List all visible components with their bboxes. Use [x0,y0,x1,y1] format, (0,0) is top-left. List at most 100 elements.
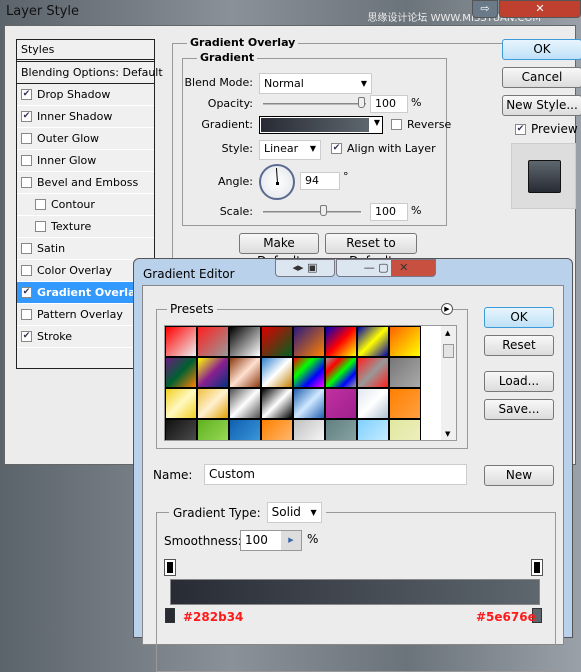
preset-swatch[interactable] [389,357,421,388]
gradient-bar[interactable] [170,579,540,605]
styles-header[interactable]: Styles [17,40,154,62]
preset-swatch[interactable] [261,388,293,419]
presets-menu-icon[interactable]: ▶ [441,303,453,315]
preset-swatch[interactable] [165,357,197,388]
load-button[interactable]: Load... [484,371,554,392]
preset-swatch[interactable] [197,357,229,388]
gradient-picker[interactable]: ▼ [259,116,383,134]
checkbox-icon[interactable]: ✔ [21,89,32,100]
new-button[interactable]: New [484,465,554,486]
checkbox-icon[interactable] [21,133,32,144]
preset-swatch[interactable] [197,419,229,440]
preset-swatch[interactable] [197,388,229,419]
scrollbar-thumb[interactable] [443,344,454,358]
style-select[interactable]: Linear ▼ [259,140,321,160]
new-style-button[interactable]: New Style... [502,95,581,116]
panel-toggle-icon[interactable]: ◂▸ ▣ [275,259,335,277]
checkbox-icon[interactable] [21,265,32,276]
angle-input[interactable]: 94 [300,172,340,190]
reverse-checkbox[interactable]: Reverse [391,118,451,131]
preset-swatch[interactable] [325,326,357,357]
preset-swatch[interactable] [229,357,261,388]
blend-mode-select[interactable]: Normal ▼ [259,73,372,94]
style-item-drop-shadow[interactable]: ✔ Drop Shadow [17,84,154,106]
scroll-down-icon[interactable]: ▼ [445,430,450,438]
checkbox-icon[interactable] [391,119,402,130]
style-item-inner-shadow[interactable]: ✔ Inner Shadow [17,106,154,128]
checkbox-icon[interactable]: ✔ [21,287,32,298]
style-item-contour[interactable]: Contour [17,194,154,216]
preset-swatch[interactable] [229,388,261,419]
preset-swatch[interactable] [165,326,197,357]
checkbox-icon[interactable] [35,199,46,210]
checkbox-icon[interactable]: ✔ [331,143,342,154]
opacity-slider[interactable] [263,103,366,105]
preset-swatch[interactable] [197,326,229,357]
preset-swatch[interactable] [229,326,261,357]
preset-swatch[interactable] [261,326,293,357]
preset-swatch[interactable] [165,388,197,419]
chevron-down-icon[interactable]: ▼ [374,118,380,127]
preset-swatch[interactable] [357,326,389,357]
preset-swatch[interactable] [325,357,357,388]
preset-swatch[interactable] [389,388,421,419]
scale-slider-thumb[interactable] [320,205,327,216]
preview-checkbox[interactable]: ✔ Preview [515,122,578,136]
checkbox-icon[interactable] [35,221,46,232]
checkbox-icon[interactable]: ✔ [21,111,32,122]
scale-slider[interactable] [263,211,361,213]
style-item-satin[interactable]: Satin [17,238,154,260]
checkbox-icon[interactable] [21,155,32,166]
preset-swatch[interactable] [293,419,325,440]
opacity-stop-right[interactable] [531,559,543,576]
color-stop-left[interactable] [165,608,175,623]
scale-input[interactable]: 100 [370,203,408,221]
style-item-outer-glow[interactable]: Outer Glow [17,128,154,150]
smoothness-input[interactable]: 100 ▶ [240,530,302,551]
style-item-inner-glow[interactable]: Inner Glow [17,150,154,172]
name-input[interactable]: Custom [204,464,467,485]
cancel-button[interactable]: Cancel [502,67,581,88]
preset-swatch[interactable] [325,388,357,419]
window-controls[interactable]: — ▢ ✕ [336,259,436,277]
preset-swatch[interactable] [293,357,325,388]
restore-icon[interactable]: ⇨ [472,0,498,18]
checkbox-icon[interactable] [21,177,32,188]
preset-swatch[interactable] [165,419,197,440]
reset-to-default-button[interactable]: Reset to Default [325,233,417,268]
scroll-up-icon[interactable]: ▲ [445,329,450,337]
style-item-texture[interactable]: Texture [17,216,154,238]
opacity-slider-thumb[interactable] [358,97,365,108]
gradient-editor-body: Presets ▶ ▲ ▼ OK Reset Load... Save... N… [142,285,564,672]
preset-swatch[interactable] [389,326,421,357]
gradient-type-select[interactable]: Solid ▼ [266,502,322,523]
preset-swatch[interactable] [229,419,261,440]
preset-swatch[interactable] [261,419,293,440]
opacity-input[interactable]: 100 [370,95,408,113]
opacity-stop-left[interactable] [164,559,176,576]
preset-swatch[interactable] [389,419,421,440]
smoothness-stepper-icon[interactable]: ▶ [281,531,301,550]
preset-swatch[interactable] [357,357,389,388]
angle-dial[interactable] [259,164,295,200]
make-default-button[interactable]: Make Default [239,233,319,268]
preset-swatch[interactable] [261,357,293,388]
close-button[interactable]: ✕ [499,0,581,18]
style-item-bevel-and-emboss[interactable]: Bevel and Emboss [17,172,154,194]
save-button[interactable]: Save... [484,399,554,420]
preset-swatch[interactable] [357,388,389,419]
preset-swatch[interactable] [357,419,389,440]
blending-options[interactable]: Blending Options: Default [17,62,163,84]
checkbox-icon[interactable] [21,243,32,254]
ok-button[interactable]: OK [502,39,581,60]
presets-scrollbar[interactable]: ▲ ▼ [441,326,456,440]
checkbox-icon[interactable]: ✔ [21,331,32,342]
preset-swatch[interactable] [293,388,325,419]
preset-swatch[interactable] [293,326,325,357]
ok-button[interactable]: OK [484,307,554,328]
align-with-layer-checkbox[interactable]: ✔ Align with Layer [331,142,436,155]
checkbox-icon[interactable] [21,309,32,320]
preset-swatch[interactable] [325,419,357,440]
checkbox-icon[interactable]: ✔ [515,123,526,135]
reset-button[interactable]: Reset [484,335,554,356]
